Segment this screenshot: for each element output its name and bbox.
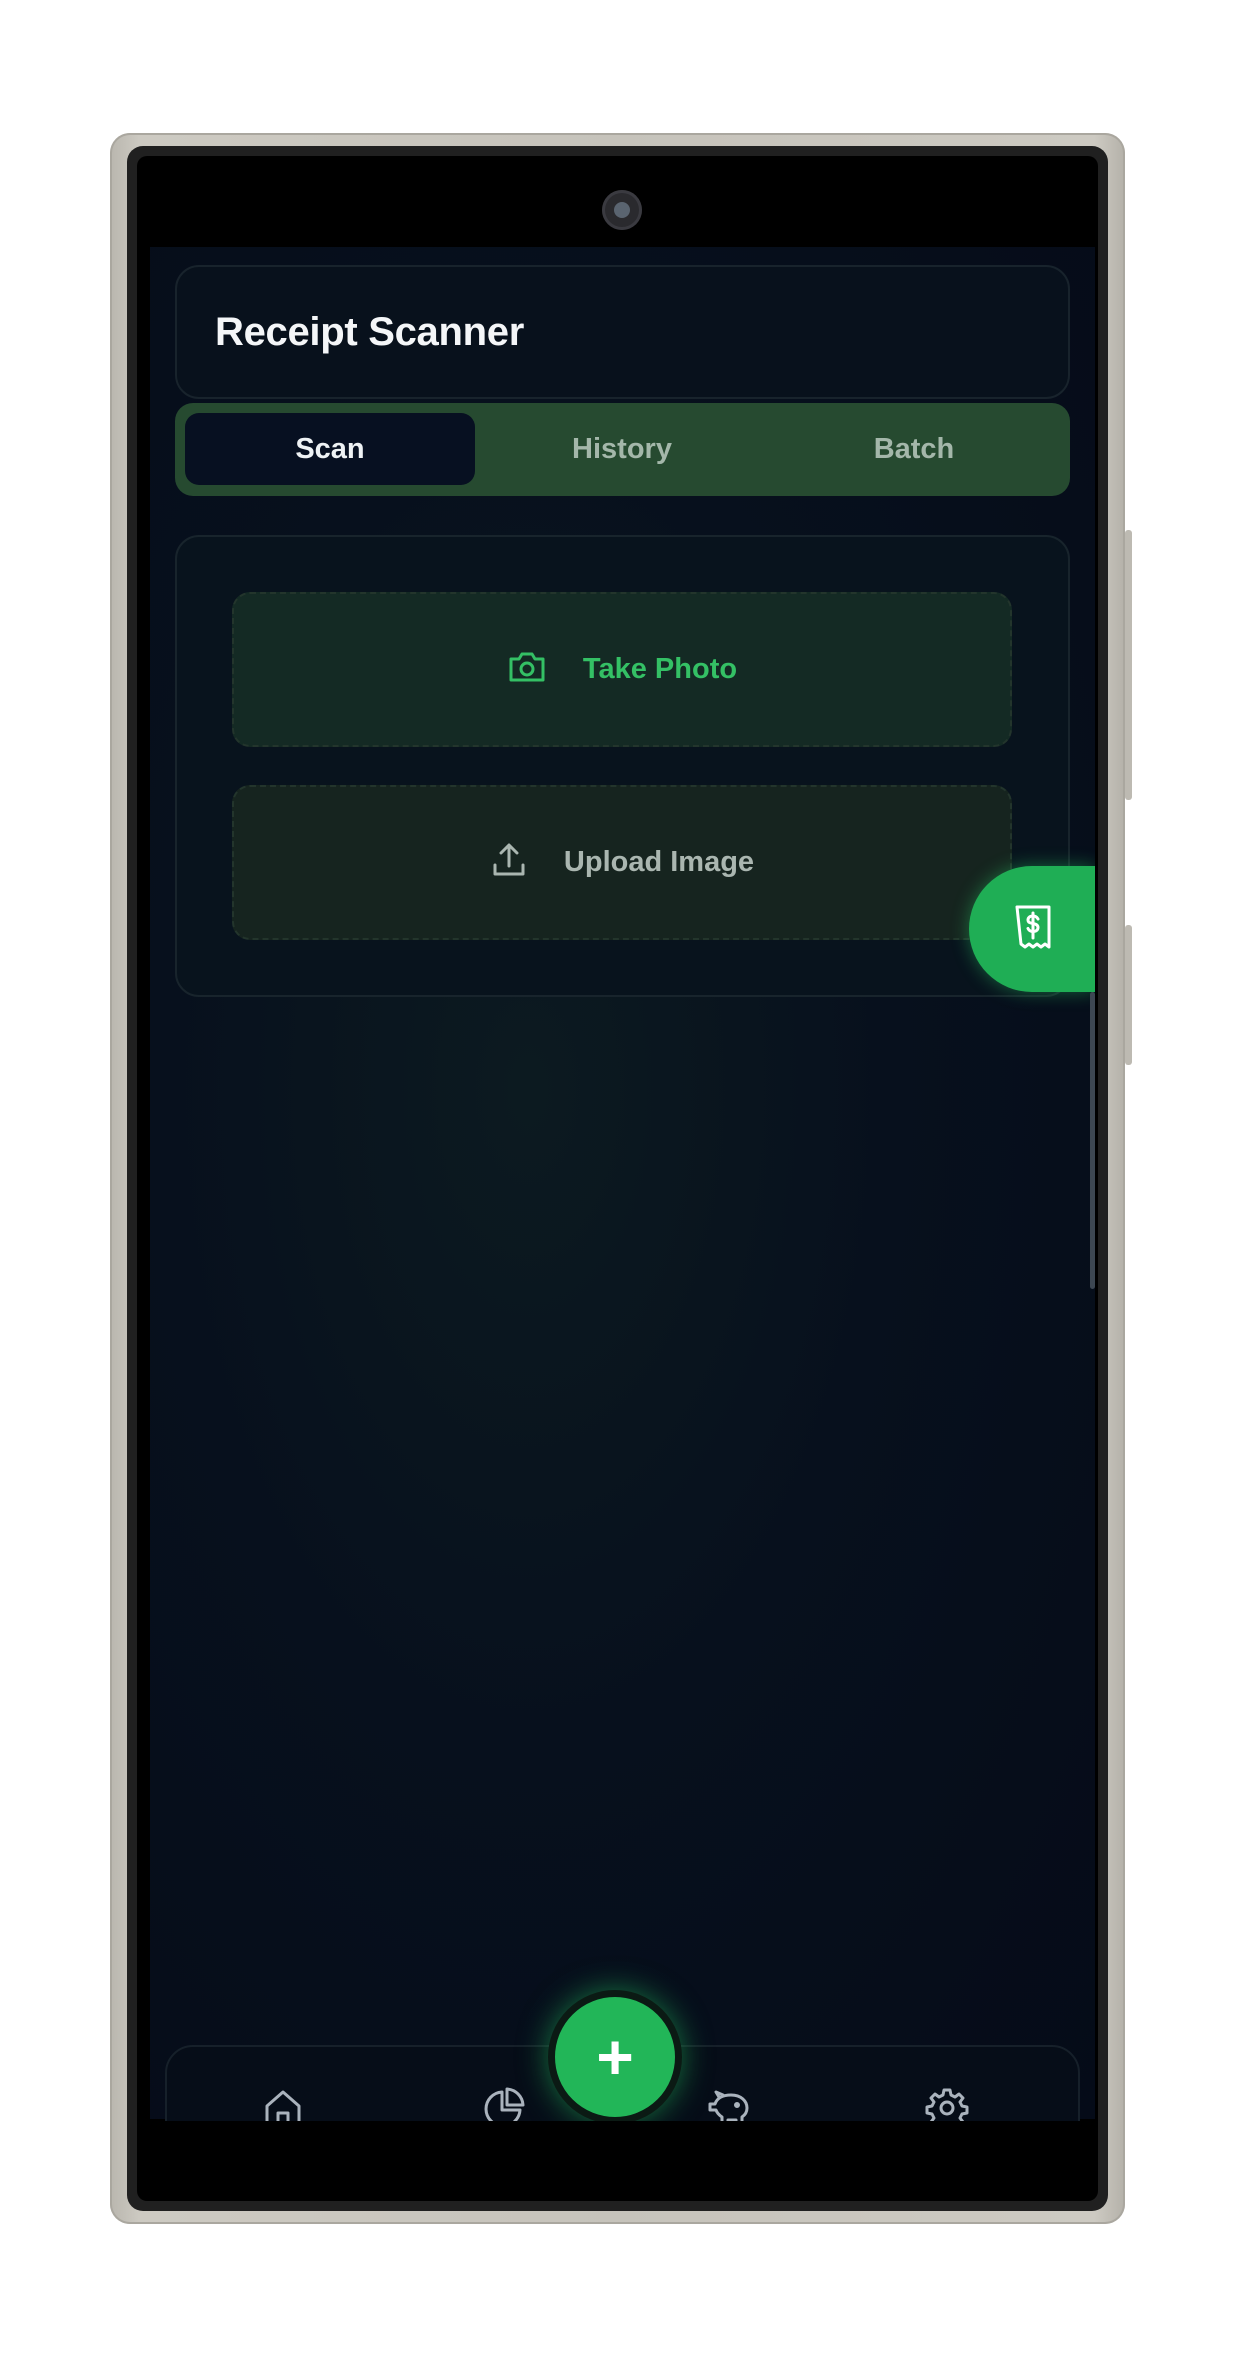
scan-panel: Take Photo Upload Image [175,535,1070,997]
nav-settings[interactable] [925,2047,969,2121]
home-icon [262,2087,304,2121]
tab-bar: Scan History Batch [175,403,1070,496]
nav-savings[interactable] [705,2047,753,2121]
volume-button [1125,925,1132,1065]
camera-icon [507,650,547,689]
take-photo-label: Take Photo [582,653,738,685]
take-photo-button[interactable]: Take Photo [232,592,1012,747]
upload-image-button[interactable]: Upload Image [232,785,1012,940]
piggy-bank-icon [705,2088,753,2121]
scrollbar-thumb[interactable] [1090,992,1095,1289]
tab-batch[interactable]: Batch [769,413,1059,485]
receipt-fab-button[interactable] [969,866,1095,992]
add-button[interactable]: + [548,1990,682,2121]
phone-screen: Receipt Scanner Scan History Batch Take … [150,168,1095,2121]
page-title: Receipt Scanner [215,310,524,354]
receipt-dollar-icon [1011,903,1055,956]
nav-home[interactable] [262,2047,304,2121]
header-card: Receipt Scanner [175,265,1070,399]
tab-scan[interactable]: Scan [185,413,475,485]
upload-icon [490,841,528,884]
pie-chart-icon [482,2086,526,2121]
tab-history[interactable]: History [477,413,767,485]
nav-stats[interactable] [482,2047,526,2121]
upload-image-label: Upload Image [563,846,755,878]
power-button [1125,530,1132,800]
app-view: Receipt Scanner Scan History Batch Take … [150,247,1095,2121]
gear-icon [925,2086,969,2121]
front-camera [602,190,642,230]
